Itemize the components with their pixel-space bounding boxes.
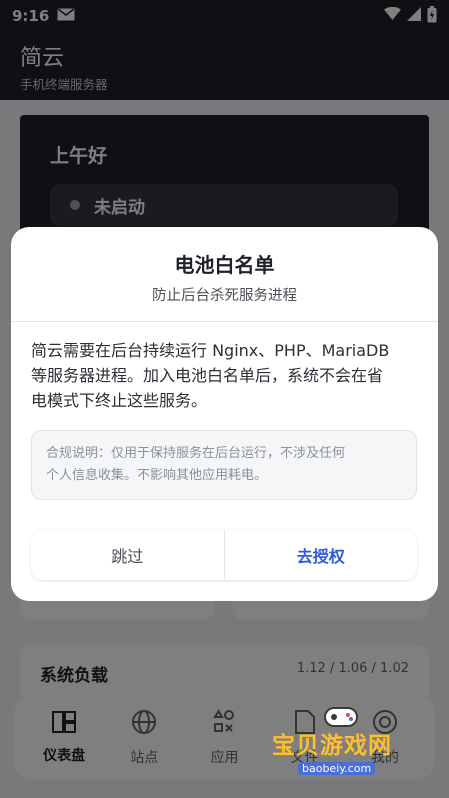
skip-button[interactable]: 跳过 bbox=[31, 530, 224, 580]
dialog-subtitle: 防止后台杀死服务进程 bbox=[152, 288, 297, 304]
watermark-url: baobeiy.com bbox=[298, 762, 376, 775]
notice-line: 合规说明：仅用于保持服务在后台运行，不涉及任何 bbox=[46, 446, 346, 461]
battery-whitelist-dialog: 电池白名单 防止后台杀死服务进程 简云需要在后台持续运行 Nginx、PHP、M… bbox=[11, 227, 438, 601]
compliance-notice: 合规说明：仅用于保持服务在后台运行，不涉及任何 个人信息收集。不影响其他应用耗电… bbox=[31, 430, 417, 500]
watermark: 宝贝游戏网 baobeiy.com bbox=[272, 702, 392, 780]
dialog-divider bbox=[11, 321, 438, 322]
dialog-actions: 跳过 去授权 bbox=[31, 530, 417, 580]
watermark-text: 宝贝游戏网 bbox=[272, 733, 392, 759]
dialog-body-line: 等服务器进程。加入电池白名单后，系统不会在省 bbox=[31, 366, 384, 385]
authorize-button[interactable]: 去授权 bbox=[225, 530, 418, 580]
dialog-body-line: 电模式下终止这些服务。 bbox=[31, 391, 208, 410]
notice-line: 个人信息收集。不影响其他应用耗电。 bbox=[46, 468, 268, 483]
dialog-title: 电池白名单 bbox=[174, 253, 275, 277]
dialog-body-line: 简云需要在后台持续运行 Nginx、PHP、MariaDB bbox=[31, 341, 390, 360]
dialog-body: 简云需要在后台持续运行 Nginx、PHP、MariaDB 等服务器进程。加入电… bbox=[31, 338, 418, 413]
